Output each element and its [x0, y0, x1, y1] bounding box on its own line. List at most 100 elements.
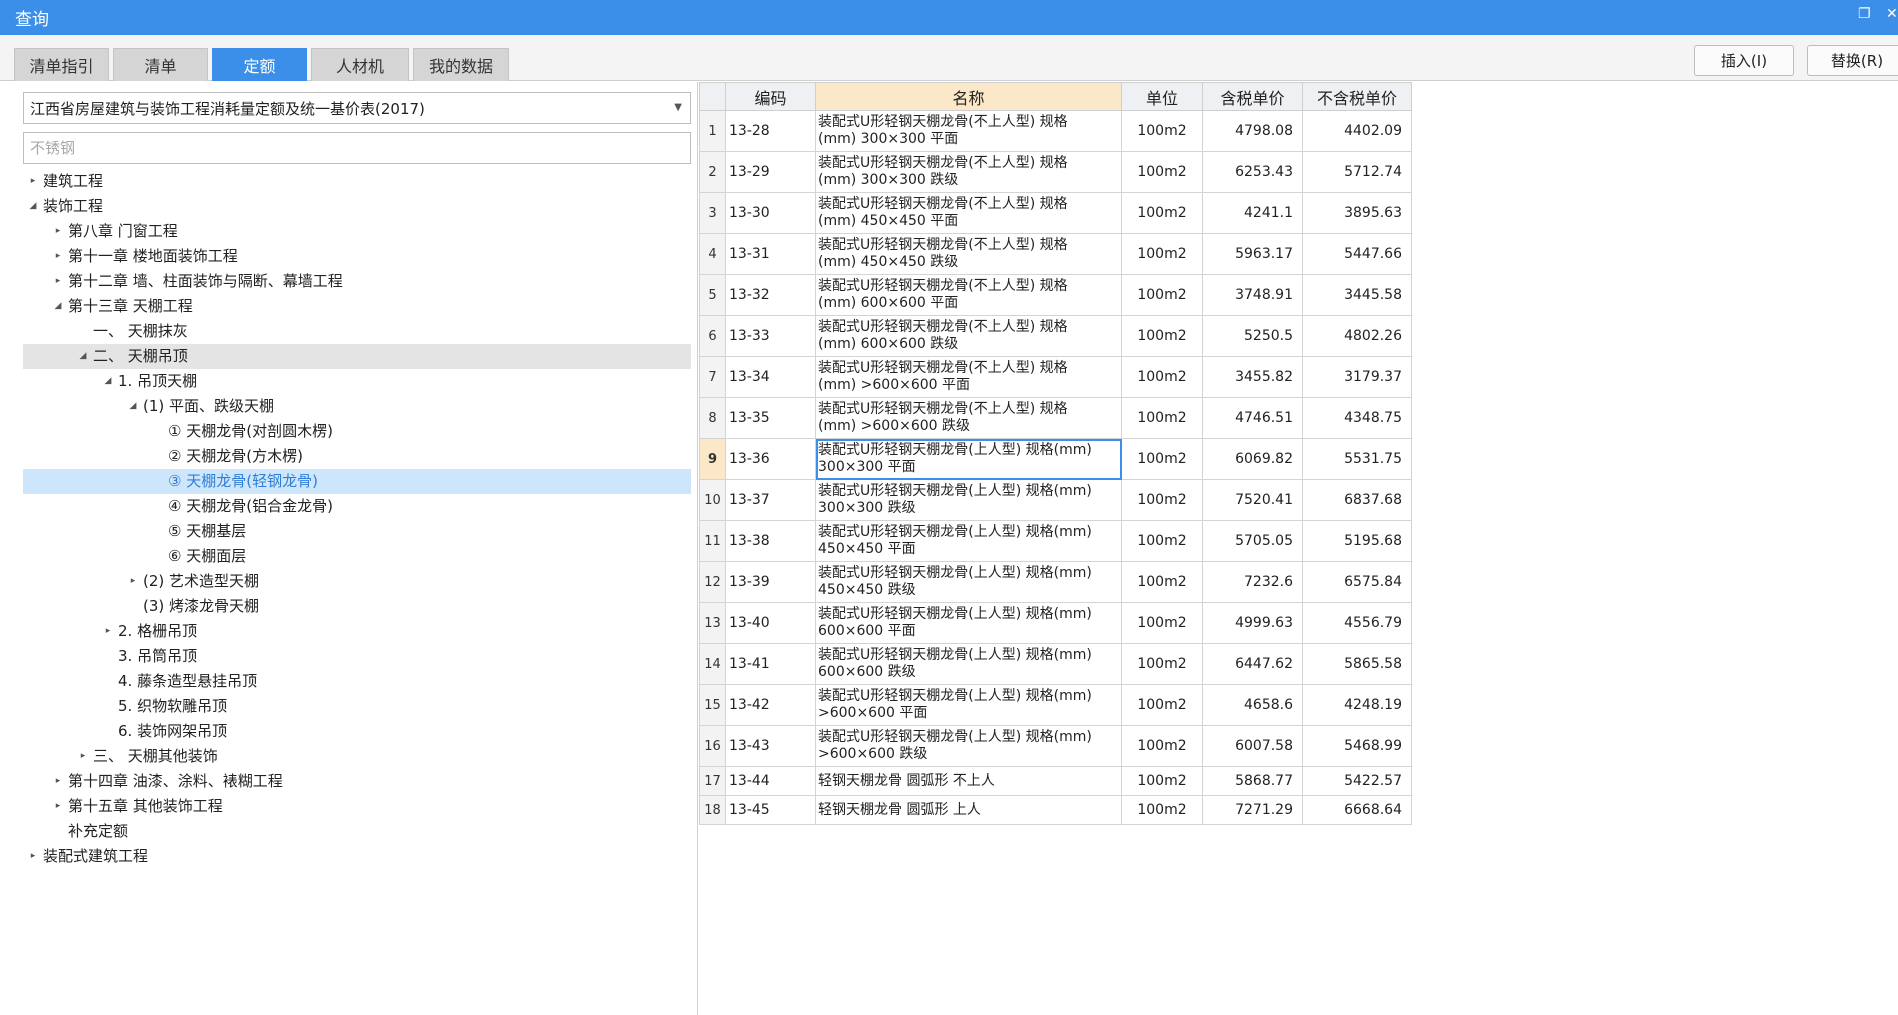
price-tax-cell[interactable]: 5868.77 — [1202, 766, 1303, 796]
tree-node[interactable]: ▸ 建筑工程 — [23, 169, 691, 194]
unit-cell[interactable]: 100m2 — [1121, 520, 1203, 562]
price-notax-cell[interactable]: 3179.37 — [1302, 356, 1412, 398]
table-row[interactable]: 6 13-33 装配式U形轻钢天棚龙骨(不上人型) 规格 (mm) 600×600 跌… — [699, 315, 1412, 357]
row-index[interactable]: 10 — [699, 479, 726, 521]
price-notax-cell[interactable]: 4556.79 — [1302, 602, 1412, 644]
tree-node[interactable]: 5. 织物软雕吊顶 — [23, 694, 691, 719]
row-index[interactable]: 9 — [699, 438, 726, 480]
tree-node[interactable]: ▸ 三、 天棚其他装饰 — [23, 744, 691, 769]
expand-arrow-icon[interactable]: ▸ — [51, 219, 65, 244]
price-notax-cell[interactable]: 5468.99 — [1302, 725, 1412, 767]
insert-button[interactable]: 插入(I) — [1694, 45, 1794, 76]
unit-cell[interactable]: 100m2 — [1121, 397, 1203, 439]
price-tax-cell[interactable]: 3748.91 — [1202, 274, 1303, 316]
name-cell[interactable]: 装配式U形轻钢天棚龙骨(上人型) 规格(mm) 450×450 跌级 — [815, 561, 1122, 603]
unit-cell[interactable]: 100m2 — [1121, 356, 1203, 398]
unit-cell[interactable]: 100m2 — [1121, 684, 1203, 726]
tree-node[interactable]: ▸ 第十二章 墙、柱面装饰与隔断、幕墙工程 — [23, 269, 691, 294]
price-tax-cell[interactable]: 4798.08 — [1202, 110, 1303, 152]
expand-arrow-icon[interactable]: ▸ — [76, 744, 90, 769]
table-row[interactable]: 16 13-43 装配式U形轻钢天棚龙骨(上人型) 规格(mm) >600×600 跌… — [699, 725, 1412, 767]
code-cell[interactable]: 13-28 — [725, 110, 816, 152]
price-notax-cell[interactable]: 3895.63 — [1302, 192, 1412, 234]
tree-node[interactable]: 3. 吊筒吊顶 — [23, 644, 691, 669]
price-notax-cell[interactable]: 6837.68 — [1302, 479, 1412, 521]
unit-cell[interactable]: 100m2 — [1121, 315, 1203, 357]
tree-node[interactable]: ▸ 第十五章 其他装饰工程 — [23, 794, 691, 819]
price-tax-cell[interactable]: 6447.62 — [1202, 643, 1303, 685]
row-index[interactable]: 2 — [699, 151, 726, 193]
search-input[interactable] — [23, 132, 691, 164]
price-tax-cell[interactable]: 5963.17 — [1202, 233, 1303, 275]
name-cell[interactable]: 装配式U形轻钢天棚龙骨(不上人型) 规格 (mm) 450×450 平面 — [815, 192, 1122, 234]
price-tax-cell[interactable]: 4658.6 — [1202, 684, 1303, 726]
row-index[interactable]: 6 — [699, 315, 726, 357]
collapse-arrow-icon[interactable]: ◢ — [101, 369, 115, 394]
code-cell[interactable]: 13-37 — [725, 479, 816, 521]
tab-list[interactable]: 清单 — [113, 48, 208, 81]
price-notax-cell[interactable]: 4248.19 — [1302, 684, 1412, 726]
tree-node[interactable]: 4. 藤条造型悬挂吊顶 — [23, 669, 691, 694]
table-row[interactable]: 3 13-30 装配式U形轻钢天棚龙骨(不上人型) 规格 (mm) 450×450 平… — [699, 192, 1412, 234]
table-row[interactable]: 1 13-28 装配式U形轻钢天棚龙骨(不上人型) 规格 (mm) 300×300 平… — [699, 110, 1412, 152]
table-row[interactable]: 9 13-36 装配式U形轻钢天棚龙骨(上人型) 规格(mm) 300×300 平面 1… — [699, 438, 1412, 480]
unit-cell[interactable]: 100m2 — [1121, 192, 1203, 234]
name-cell[interactable]: 装配式U形轻钢天棚龙骨(不上人型) 规格 (mm) 300×300 跌级 — [815, 151, 1122, 193]
header-name[interactable]: 名称 — [815, 82, 1122, 111]
row-index[interactable]: 14 — [699, 643, 726, 685]
price-tax-cell[interactable]: 7520.41 — [1202, 479, 1303, 521]
table-row[interactable]: 4 13-31 装配式U形轻钢天棚龙骨(不上人型) 规格 (mm) 450×450 跌… — [699, 233, 1412, 275]
code-cell[interactable]: 13-36 — [725, 438, 816, 480]
tree-node[interactable]: ⑤ 天棚基层 — [23, 519, 691, 544]
tree-node[interactable]: ▸ 2. 格栅吊顶 — [23, 619, 691, 644]
header-code[interactable]: 编码 — [725, 82, 816, 111]
table-row[interactable]: 14 13-41 装配式U形轻钢天棚龙骨(上人型) 规格(mm) 600×600 跌级… — [699, 643, 1412, 685]
unit-cell[interactable]: 100m2 — [1121, 479, 1203, 521]
collapse-arrow-icon[interactable]: ◢ — [126, 394, 140, 419]
collapse-arrow-icon[interactable]: ◢ — [26, 194, 40, 219]
price-tax-cell[interactable]: 7232.6 — [1202, 561, 1303, 603]
code-cell[interactable]: 13-44 — [725, 766, 816, 796]
price-notax-cell[interactable]: 5712.74 — [1302, 151, 1412, 193]
table-row[interactable]: 2 13-29 装配式U形轻钢天棚龙骨(不上人型) 规格 (mm) 300×300 跌… — [699, 151, 1412, 193]
library-select[interactable]: 江西省房屋建筑与装饰工程消耗量定额及统一基价表(2017) ▼ — [23, 92, 691, 124]
table-row[interactable]: 17 13-44 轻钢天棚龙骨 圆弧形 不上人 100m2 5868.77 5422.57 — [699, 766, 1412, 796]
row-index[interactable]: 17 — [699, 766, 726, 796]
tree-node[interactable]: (3) 烤漆龙骨天棚 — [23, 594, 691, 619]
name-cell[interactable]: 装配式U形轻钢天棚龙骨(上人型) 规格(mm) >600×600 平面 — [815, 684, 1122, 726]
table-row[interactable]: 13 13-40 装配式U形轻钢天棚龙骨(上人型) 规格(mm) 600×600 平面… — [699, 602, 1412, 644]
code-cell[interactable]: 13-41 — [725, 643, 816, 685]
replace-button[interactable]: 替换(R) — [1807, 45, 1898, 76]
unit-cell[interactable]: 100m2 — [1121, 151, 1203, 193]
code-cell[interactable]: 13-35 — [725, 397, 816, 439]
table-row[interactable]: 12 13-39 装配式U形轻钢天棚龙骨(上人型) 规格(mm) 450×450 跌级… — [699, 561, 1412, 603]
price-notax-cell[interactable]: 5195.68 — [1302, 520, 1412, 562]
table-row[interactable]: 8 13-35 装配式U形轻钢天棚龙骨(不上人型) 规格 (mm) >600×600 … — [699, 397, 1412, 439]
price-tax-cell[interactable]: 5705.05 — [1202, 520, 1303, 562]
unit-cell[interactable]: 100m2 — [1121, 602, 1203, 644]
row-index[interactable]: 15 — [699, 684, 726, 726]
tree-node[interactable]: ◢ 第十三章 天棚工程 — [23, 294, 691, 319]
code-cell[interactable]: 13-43 — [725, 725, 816, 767]
tree-node[interactable]: ▸ 第八章 门窗工程 — [23, 219, 691, 244]
code-cell[interactable]: 13-45 — [725, 795, 816, 825]
unit-cell[interactable]: 100m2 — [1121, 725, 1203, 767]
tree-node[interactable]: 6. 装饰网架吊顶 — [23, 719, 691, 744]
expand-arrow-icon[interactable]: ▸ — [101, 619, 115, 644]
unit-cell[interactable]: 100m2 — [1121, 643, 1203, 685]
row-index[interactable]: 18 — [699, 795, 726, 825]
name-cell[interactable]: 装配式U形轻钢天棚龙骨(不上人型) 规格 (mm) >600×600 平面 — [815, 356, 1122, 398]
row-index[interactable]: 13 — [699, 602, 726, 644]
row-index[interactable]: 3 — [699, 192, 726, 234]
code-cell[interactable]: 13-33 — [725, 315, 816, 357]
price-tax-cell[interactable]: 6069.82 — [1202, 438, 1303, 480]
price-tax-cell[interactable]: 4241.1 — [1202, 192, 1303, 234]
expand-arrow-icon[interactable]: ▸ — [126, 569, 140, 594]
tree-node[interactable]: ④ 天棚龙骨(铝合金龙骨) — [23, 494, 691, 519]
name-cell[interactable]: 装配式U形轻钢天棚龙骨(上人型) 规格(mm) 300×300 跌级 — [815, 479, 1122, 521]
name-cell[interactable]: 装配式U形轻钢天棚龙骨(不上人型) 规格 (mm) 450×450 跌级 — [815, 233, 1122, 275]
name-cell[interactable]: 装配式U形轻钢天棚龙骨(上人型) 规格(mm) 600×600 平面 — [815, 602, 1122, 644]
price-notax-cell[interactable]: 5531.75 — [1302, 438, 1412, 480]
tree-node[interactable]: ③ 天棚龙骨(轻钢龙骨) — [23, 469, 691, 494]
table-row[interactable]: 10 13-37 装配式U形轻钢天棚龙骨(上人型) 规格(mm) 300×300 跌级… — [699, 479, 1412, 521]
